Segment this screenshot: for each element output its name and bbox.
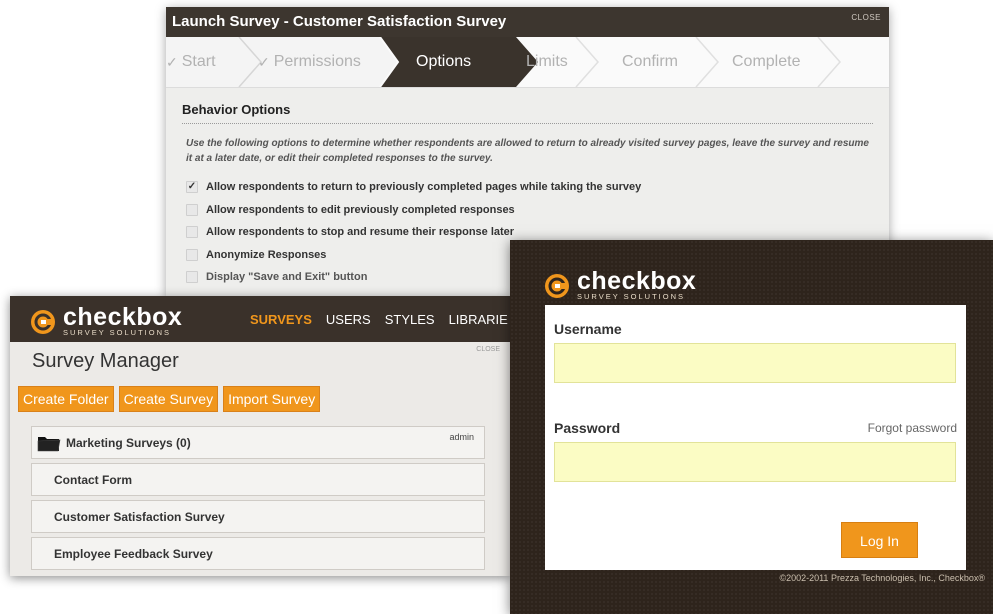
login-button[interactable]: Log In [841,522,918,558]
option-allow-return[interactable]: ✓ Allow respondents to return to previou… [186,176,889,199]
option-label: Allow respondents to stop and resume the… [206,226,515,239]
wizard-step-label: Limits [526,53,568,70]
copyright-text: ©2002-2011 Prezza Technologies, Inc., Ch… [779,573,985,583]
username-field[interactable] [554,343,956,383]
folder-owner: admin [449,432,474,442]
folder-row[interactable]: Marketing Surveys (0) admin [31,426,485,459]
logo-tagline: SURVEY SOLUTIONS [63,328,171,337]
checkbox-logo: checkbox SURVEY SOLUTIONS [544,267,697,302]
password-field[interactable] [554,442,956,482]
checkbox-checked[interactable]: ✓ [186,181,198,194]
manager-actions: Create Folder Create Survey Import Surve… [18,386,325,412]
dialog-title: Launch Survey - Customer Satisfaction Su… [172,13,507,30]
folder-icon [37,436,61,451]
checkbox[interactable] [186,203,198,216]
survey-row[interactable]: Customer Satisfaction Survey [31,500,485,533]
login-form: Username Password Forgot password Log In [545,305,966,570]
wizard-steps: ✓ Start ✓ Permissions Options Limits Con… [166,37,889,88]
checkmark-icon: ✓ [166,54,178,70]
wizard-step-permissions[interactable]: ✓ Permissions [258,37,361,87]
checkbox[interactable] [186,271,198,284]
logo-wordmark: checkbox [577,267,697,295]
forgot-password-link[interactable]: Forgot password [868,421,957,435]
option-label: Display "Save and Exit" button [206,271,368,284]
login-window: checkbox SURVEY SOLUTIONS Username Passw… [510,240,993,614]
option-allow-edit[interactable]: Allow respondents to edit previously com… [186,199,889,222]
nav-styles[interactable]: STYLES [385,312,435,327]
survey-list: Marketing Surveys (0) admin Contact Form… [31,426,485,574]
wizard-step-label: Complete [732,53,801,70]
wizard-step-options[interactable]: Options [416,37,471,87]
checkmark-icon: ✓ [258,54,270,70]
manager-topbar: checkbox SURVEY SOLUTIONS SURVEYS USERS … [10,296,510,342]
survey-row[interactable]: Employee Feedback Survey [31,537,485,570]
wizard-step-label: Options [416,53,472,70]
create-folder-button[interactable]: Create Folder [18,386,114,412]
nav-libraries[interactable]: LIBRARIE [449,312,508,327]
survey-row[interactable]: Contact Form [31,463,485,496]
survey-manager-window: checkbox SURVEY SOLUTIONS SURVEYS USERS … [10,296,510,576]
dialog-titlebar: Launch Survey - Customer Satisfaction Su… [166,7,889,37]
nav-surveys[interactable]: SURVEYS [250,312,312,327]
checkbox-logo-icon [545,274,569,298]
checkbox-logo: checkbox SURVEY SOLUTIONS [30,303,183,338]
page-title: Survey Manager [32,350,179,372]
wizard-step-confirm[interactable]: Confirm [622,37,678,87]
option-label: Anonymize Responses [206,248,327,261]
option-label: Allow respondents to edit previously com… [206,203,515,216]
nav-users[interactable]: USERS [326,312,371,327]
section-title: Behavior Options [182,102,873,124]
password-label: Password [554,420,621,436]
survey-label: Customer Satisfaction Survey [54,509,225,524]
dialog-close-button[interactable]: CLOSE [851,7,881,29]
wizard-step-label: Permissions [273,53,361,70]
logo-tagline: SURVEY SOLUTIONS [577,292,685,301]
main-nav: SURVEYS USERS STYLES LIBRARIE [250,296,510,342]
create-survey-button[interactable]: Create Survey [118,386,219,412]
manager-close-button[interactable]: CLOSE [476,346,500,353]
folder-label: Marketing Surveys (0) [66,435,191,450]
option-label: Allow respondents to return to previousl… [206,181,642,194]
survey-label: Employee Feedback Survey [54,546,213,561]
wizard-step-complete[interactable]: Complete [732,37,800,87]
checkbox-logo-icon [31,310,55,334]
checkbox[interactable] [186,226,198,239]
wizard-step-label: Start [181,53,216,70]
username-label: Username [554,321,622,337]
wizard-step-start[interactable]: ✓ Start [166,37,216,87]
survey-label: Contact Form [54,472,132,487]
wizard-step-label: Confirm [622,53,679,70]
import-survey-button[interactable]: Import Survey [223,386,321,412]
section-description: Use the following options to determine w… [186,138,869,164]
wizard-step-limits[interactable]: Limits [526,37,568,87]
logo-wordmark: checkbox [63,303,183,331]
checkbox[interactable] [186,248,198,261]
